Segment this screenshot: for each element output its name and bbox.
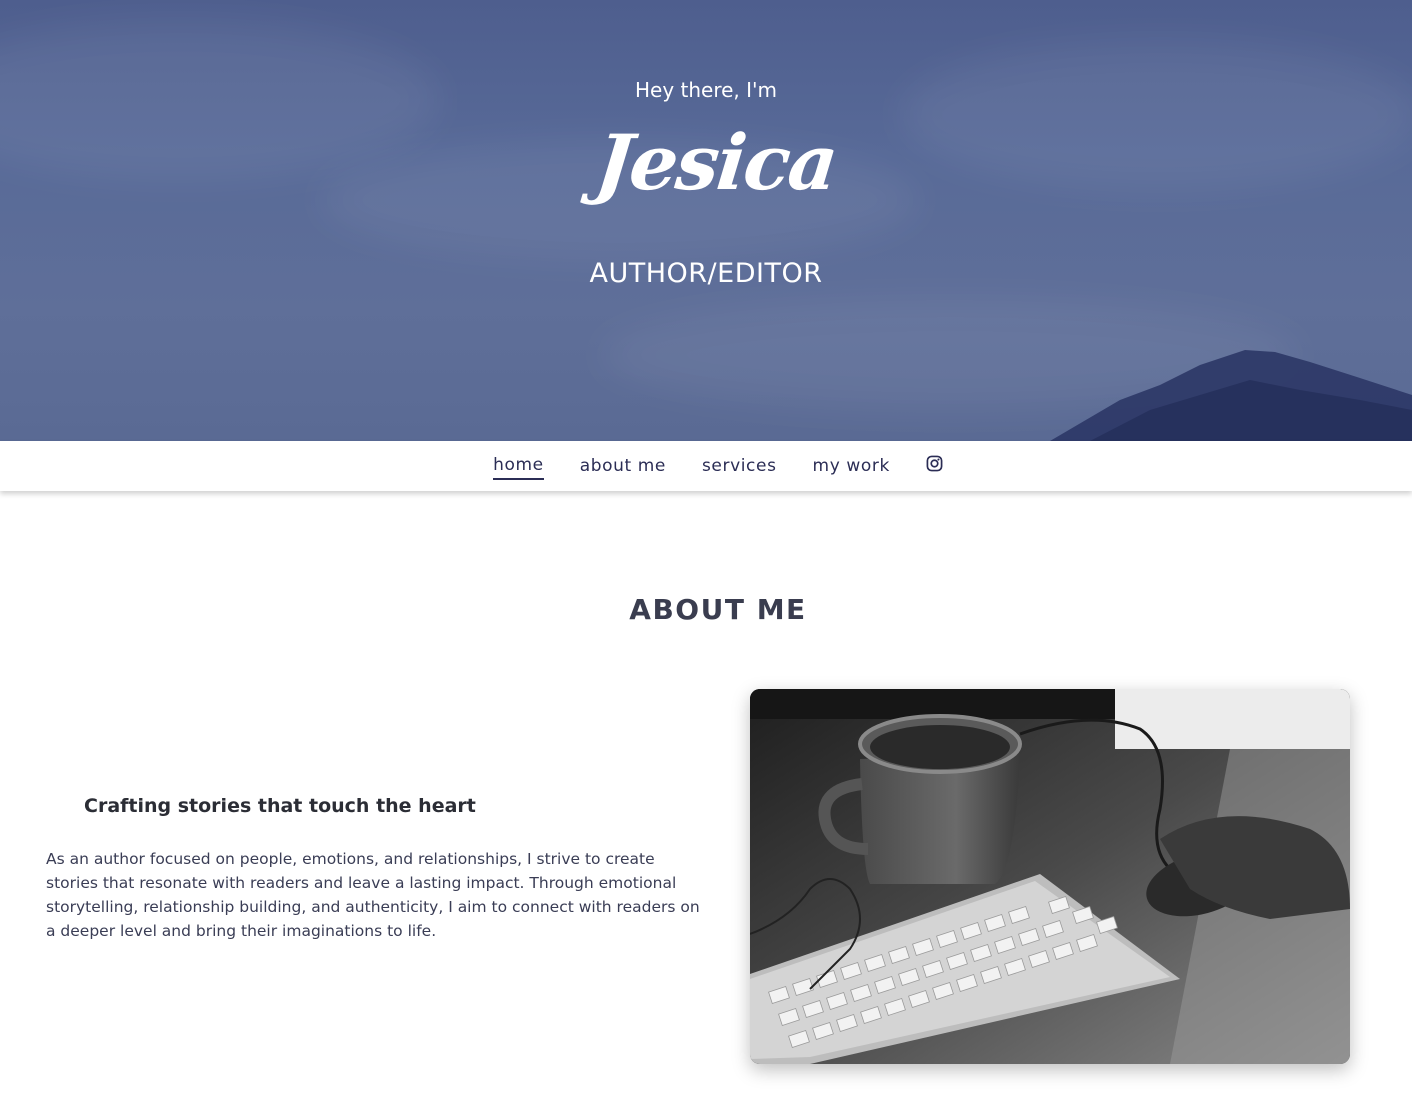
hero-role: AUTHOR/EDITOR — [589, 258, 823, 289]
nav-home[interactable]: home — [493, 455, 544, 480]
about-subtitle: Crafting stories that touch the heart — [84, 795, 476, 817]
instagram-icon[interactable] — [926, 455, 943, 472]
main-nav: home about me services my work — [0, 441, 1412, 491]
desk-photo-image — [750, 689, 1350, 1064]
about-body-text: As an author focused on people, emotions… — [46, 850, 700, 940]
hero-banner: Hey there, I'm Jesica AUTHOR/EDITOR — [0, 0, 1412, 441]
about-section-title: ABOUT ME — [629, 593, 807, 626]
nav-about-me[interactable]: about me — [580, 456, 666, 479]
nav-services[interactable]: services — [702, 456, 777, 479]
hero-greeting: Hey there, I'm — [634, 78, 778, 102]
hero-name-logo: Jesica — [591, 118, 841, 207]
nav-my-work[interactable]: my work — [813, 456, 890, 479]
about-photo — [750, 689, 1350, 1064]
mountain-silhouette — [1050, 350, 1412, 441]
